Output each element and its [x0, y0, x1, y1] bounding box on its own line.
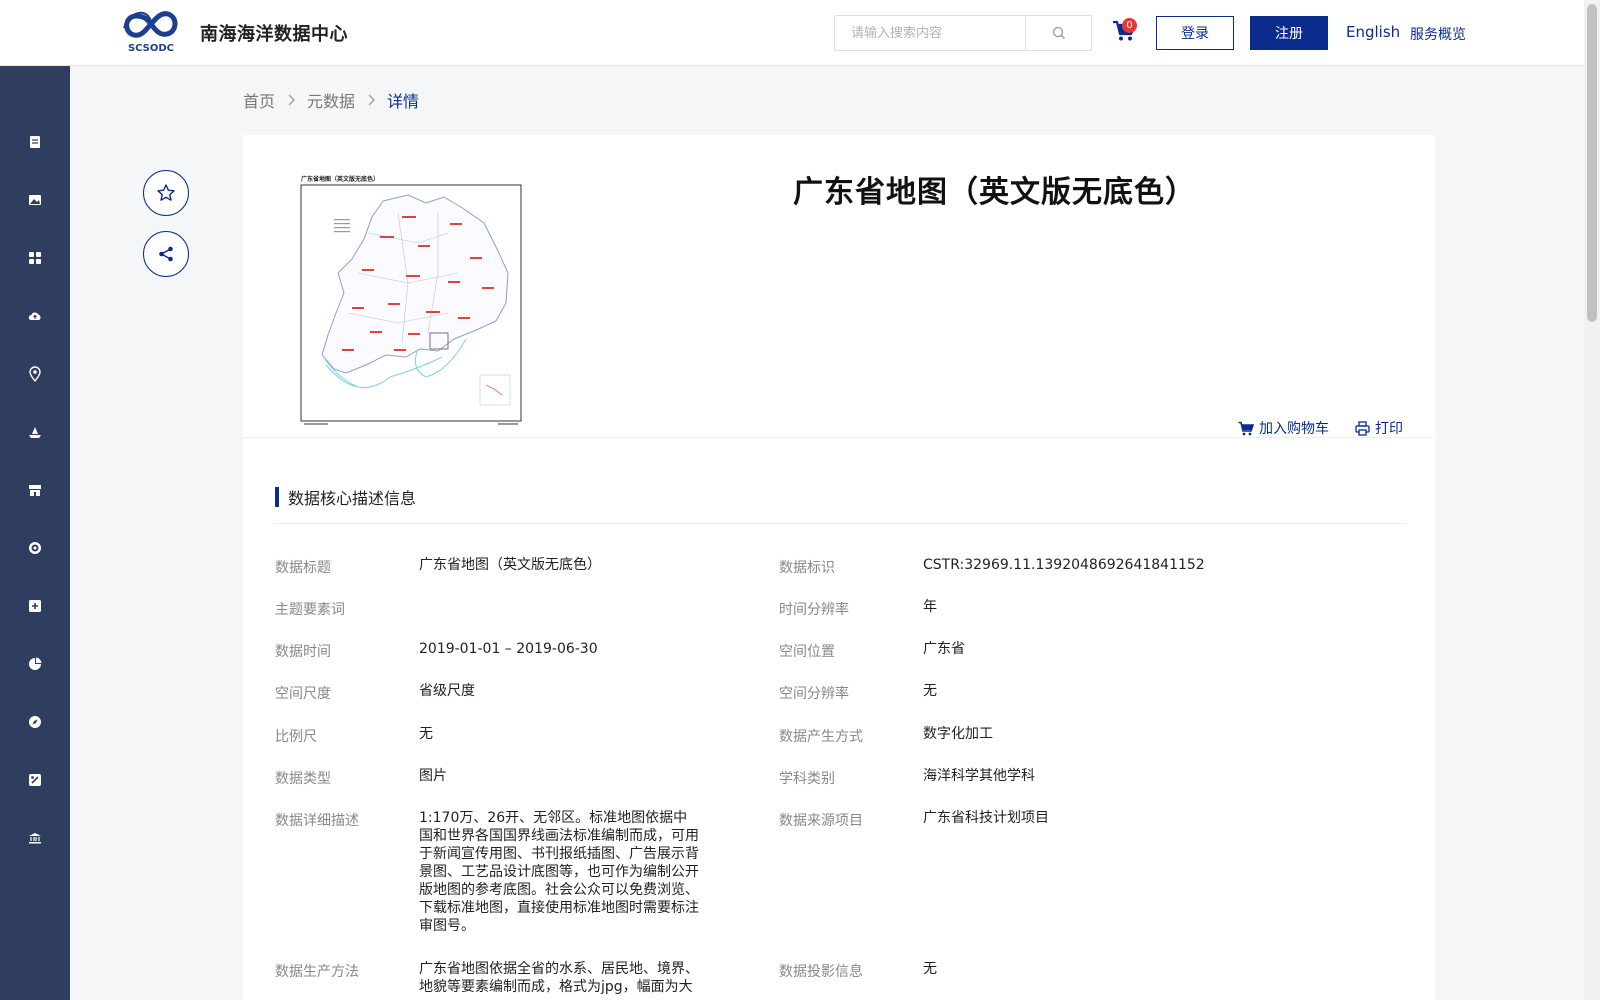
target-icon	[29, 542, 41, 554]
sidebar-item-grid[interactable]	[0, 240, 70, 276]
sidebar-item-add[interactable]	[0, 588, 70, 624]
section-header: 数据核心描述信息	[275, 487, 417, 508]
sidebar-item-institution[interactable]	[0, 820, 70, 856]
login-button[interactable]: 登录	[1156, 16, 1234, 50]
field-label-projection: 数据投影信息	[779, 964, 863, 980]
chevron-right-icon	[287, 94, 295, 106]
search-box	[834, 15, 1092, 51]
field-value-title: 广东省地图（英文版无底色）	[419, 557, 601, 573]
sidebar-item-target[interactable]	[0, 530, 70, 566]
field-label-map-scale: 比例尺	[275, 729, 317, 745]
field-label-generation-method: 数据产生方式	[779, 729, 863, 745]
location-pin-icon	[29, 366, 41, 382]
section-accent-bar	[275, 487, 279, 507]
field-label-time-resolution: 时间分辨率	[779, 602, 849, 618]
sidebar-item-location[interactable]	[0, 356, 70, 392]
star-icon	[157, 184, 175, 201]
sidebar-item-ship[interactable]	[0, 414, 70, 450]
favorite-button[interactable]	[143, 170, 189, 216]
pie-chart-icon	[29, 657, 42, 670]
cloud-upload-icon	[28, 312, 41, 320]
thumbnail-caption: 广东省地图（英文版无底色）	[301, 175, 379, 183]
field-label-title: 数据标题	[275, 560, 331, 576]
field-value-data-type: 图片	[419, 768, 447, 784]
field-value-map-scale: 无	[419, 726, 433, 742]
compass-icon	[29, 716, 41, 728]
services-overview-link[interactable]: 服务概览	[1410, 24, 1466, 44]
share-icon	[159, 246, 173, 262]
field-value-source-project: 广东省科技计划项目	[923, 810, 1049, 826]
sidebar-item-image[interactable]	[0, 182, 70, 218]
sidebar-item-store[interactable]	[0, 472, 70, 508]
share-button[interactable]	[143, 231, 189, 277]
field-label-description: 数据详细描述	[275, 813, 359, 829]
sidebar-item-cloud-upload[interactable]	[0, 298, 70, 334]
breadcrumb: 首页 元数据 详情	[243, 88, 419, 112]
search-button[interactable]	[1025, 16, 1091, 50]
field-label-spatial-resolution: 空间分辨率	[779, 686, 849, 702]
breadcrumb-home[interactable]: 首页	[243, 88, 275, 112]
section-divider	[275, 523, 1405, 524]
field-label-production-method: 数据生产方法	[275, 964, 359, 980]
sidebar-item-statistics[interactable]	[0, 646, 70, 682]
search-icon	[1052, 26, 1065, 39]
field-label-source-project: 数据来源项目	[779, 813, 863, 829]
field-label-spatial-scale: 空间尺度	[275, 686, 331, 702]
storefront-icon	[29, 485, 41, 496]
english-link[interactable]: English	[1346, 23, 1400, 41]
field-label-data-type: 数据类型	[275, 771, 331, 787]
chevron-right-icon	[367, 94, 375, 106]
field-value-spatial-resolution: 无	[923, 683, 937, 699]
add-to-cart-label: 加入购物车	[1259, 421, 1329, 437]
field-value-data-time: 2019-01-01 – 2019-06-30	[419, 641, 598, 657]
sidebar-item-tools[interactable]	[0, 762, 70, 798]
institution-icon	[29, 833, 41, 844]
field-value-generation-method: 数字化加工	[923, 726, 993, 742]
grid-icon	[29, 252, 41, 264]
tools-icon	[29, 774, 41, 786]
page-scrollbar[interactable]	[1584, 0, 1600, 1000]
sidebar-item-explore[interactable]	[0, 704, 70, 740]
plus-box-icon	[29, 600, 41, 612]
document-icon	[30, 136, 40, 148]
page-title: 广东省地图（英文版无底色）	[793, 175, 1196, 210]
print-label: 打印	[1375, 421, 1403, 437]
add-to-cart-button[interactable]: 加入购物车	[1238, 418, 1329, 438]
field-label-data-time: 数据时间	[275, 644, 331, 660]
cart-icon	[1238, 421, 1254, 435]
field-value-production-method: 广东省地图依据全省的水系、居民地、境界、地貌等要素编制而成，格式为jpg，幅面为…	[419, 961, 699, 995]
top-header: SCSODC 南海海洋数据中心 0 登录 注册 English 服务概览	[0, 0, 1584, 66]
card-divider	[243, 437, 1435, 438]
field-value-description: 1:170万、26开、无邻区。标准地图依据中国和世界各国国界线画法标准编制而成，…	[419, 810, 699, 934]
field-value-spatial-location: 广东省	[923, 641, 965, 657]
field-value-identifier: CSTR:32969.11.1392048692641841152	[923, 557, 1205, 573]
image-icon	[29, 195, 41, 205]
site-logo[interactable]: SCSODC	[120, 6, 182, 54]
breadcrumb-detail: 详情	[387, 92, 420, 111]
sidebar-item-document[interactable]	[0, 124, 70, 160]
field-value-discipline: 海洋科学其他学科	[923, 768, 1035, 784]
map-thumbnail[interactable]: 广东省地图（英文版无底色）	[298, 173, 524, 427]
scrollbar-thumb[interactable]	[1587, 4, 1597, 322]
cart-count-badge: 0	[1122, 18, 1137, 33]
register-button[interactable]: 注册	[1250, 16, 1328, 50]
field-value-time-resolution: 年	[923, 599, 937, 615]
field-value-spatial-scale: 省级尺度	[419, 683, 475, 699]
field-label-discipline: 学科类别	[779, 771, 835, 787]
detail-card: 广东省地图（英文版无底色） 广东省地图（英文版无底色） 加入购物车 打印 数据核…	[243, 135, 1435, 1000]
search-input[interactable]	[835, 16, 1025, 50]
breadcrumb-metadata[interactable]: 元数据	[307, 88, 355, 112]
printer-icon	[1355, 420, 1370, 436]
field-value-projection: 无	[923, 961, 937, 977]
section-title: 数据核心描述信息	[288, 489, 417, 508]
logo-text: SCSODC	[128, 43, 174, 54]
field-label-spatial-location: 空间位置	[779, 644, 835, 660]
field-label-identifier: 数据标识	[779, 560, 835, 576]
field-label-keywords: 主题要素词	[275, 602, 345, 618]
left-sidebar	[0, 66, 70, 1000]
print-button[interactable]: 打印	[1355, 418, 1403, 438]
site-name: 南海海洋数据中心	[200, 24, 348, 45]
ship-icon	[29, 427, 41, 438]
